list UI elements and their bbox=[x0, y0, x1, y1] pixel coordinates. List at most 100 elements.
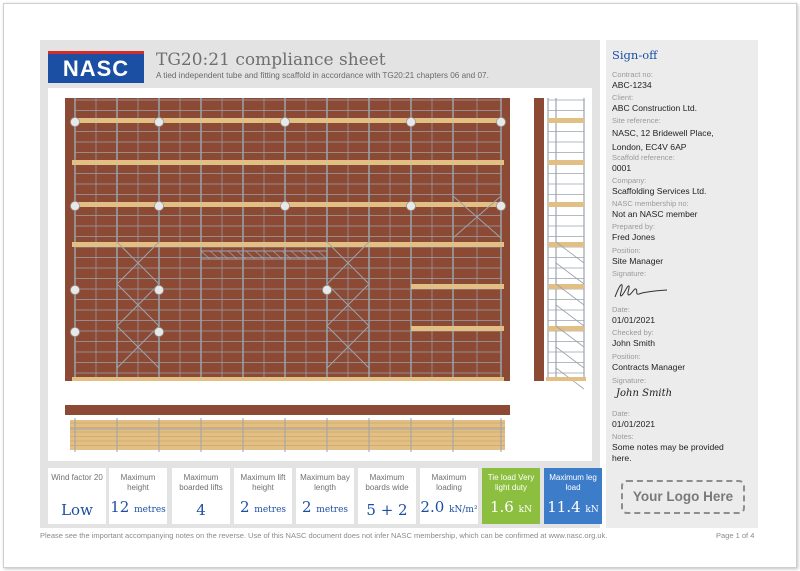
field-value: here. bbox=[612, 453, 632, 463]
field-label: Position: bbox=[612, 246, 641, 255]
tile-value: 1.6 bbox=[490, 498, 514, 516]
tie-marker-icon bbox=[406, 201, 416, 211]
nasc-logo: NASC bbox=[48, 51, 144, 83]
tile-unit: kN bbox=[585, 505, 599, 515]
field-value: ABC Construction Ltd. bbox=[612, 103, 698, 113]
tile-value: Low bbox=[61, 501, 93, 519]
field-value: ABC-1234 bbox=[612, 80, 652, 90]
section-brace bbox=[555, 346, 585, 369]
section-brace bbox=[555, 304, 585, 327]
building-wall-elevation bbox=[65, 98, 510, 381]
field-value: Site Manager bbox=[612, 256, 664, 266]
tie-marker-icon bbox=[70, 327, 80, 337]
field-label: Date: bbox=[612, 409, 630, 418]
tile-label: Maximum boarded lifts bbox=[179, 473, 223, 492]
tile-leg-load: Maximum leg load 11.4 kN bbox=[544, 468, 602, 524]
building-wall-plan bbox=[65, 405, 510, 415]
tile-max-loading: Maximum loading 2.0 kN/m² bbox=[420, 468, 478, 524]
boarded-lift bbox=[411, 284, 504, 289]
field-label: Signature: bbox=[612, 376, 647, 385]
tie-marker-icon bbox=[406, 117, 416, 127]
tile-value: 2.0 bbox=[420, 498, 445, 516]
field-label: Scaffold reference: bbox=[612, 153, 675, 162]
section-base-board bbox=[546, 377, 586, 381]
tie-marker-icon bbox=[70, 285, 80, 295]
your-logo-placeholder[interactable]: Your Logo Here bbox=[621, 480, 745, 514]
field-value: 01/01/2021 bbox=[612, 419, 656, 429]
tile-lift-height: Maximum lift height 2 metres bbox=[234, 468, 292, 524]
scaffold-drawings bbox=[65, 98, 586, 452]
tile-unit: kN/m² bbox=[449, 505, 478, 515]
checked-by-field: Checked by: John Smith bbox=[612, 327, 758, 349]
tie-marker-icon bbox=[280, 201, 290, 211]
scaffold-elevation bbox=[65, 98, 510, 381]
tile-bay-length: Maximum bay length 2 metres bbox=[296, 468, 354, 524]
field-label: Contract no: bbox=[612, 70, 653, 79]
tile-wind-factor: Wind factor 20 Low bbox=[48, 468, 106, 524]
tie-marker-icon bbox=[154, 327, 164, 337]
footer-note: Please see the important accompanying no… bbox=[40, 531, 608, 540]
tile-value: 11.4 bbox=[547, 498, 581, 516]
field-value: Some notes may be provided bbox=[612, 442, 724, 452]
boarded-lift bbox=[72, 242, 504, 247]
tile-value: 12 bbox=[110, 498, 130, 516]
field-label: Prepared by: bbox=[612, 222, 655, 231]
spec-tiles: Wind factor 20 Low Maximum height 12 met… bbox=[48, 468, 602, 524]
client-field: Client: ABC Construction Ltd. bbox=[612, 92, 758, 114]
logo-text: NASC bbox=[62, 56, 130, 81]
boarded-lift bbox=[411, 326, 504, 331]
field-value: 01/01/2021 bbox=[612, 315, 656, 325]
scaffold-section bbox=[534, 98, 586, 390]
notes-field: Notes: Some notes may be provided here. bbox=[612, 431, 758, 464]
signature-1-field: Signature: bbox=[612, 268, 758, 279]
membership-field: NASC membership no: Not an NASC member bbox=[612, 198, 758, 220]
tile-label: Maximum height bbox=[120, 473, 156, 492]
tile-unit: metres bbox=[254, 505, 287, 515]
section-board bbox=[548, 160, 584, 165]
tile-label: Maximum bay length bbox=[300, 473, 350, 492]
tie-marker-icon bbox=[70, 201, 80, 211]
main-panel: NASC TG20:21 compliance sheet A tied ind… bbox=[40, 40, 602, 528]
field-value: 0001 bbox=[612, 163, 632, 173]
field-value: Contracts Manager bbox=[612, 362, 686, 372]
page-title: TG20:21 compliance sheet bbox=[156, 50, 386, 70]
page-subtitle: A tied independent tube and fitting scaf… bbox=[156, 71, 489, 80]
field-label: Site reference: bbox=[612, 116, 661, 125]
tile-value: 2 bbox=[239, 498, 250, 516]
tile-unit: metres bbox=[316, 505, 349, 515]
tile-label: Maximum loading bbox=[431, 473, 467, 492]
page-number: Page 1 of 4 bbox=[716, 531, 755, 540]
field-value: John Smith bbox=[612, 338, 655, 348]
section-brace bbox=[555, 262, 585, 285]
tile-unit: metres bbox=[134, 505, 166, 515]
signature-2-field: Signature: John Smith bbox=[612, 375, 758, 402]
base-board bbox=[72, 377, 504, 381]
field-label: Client: bbox=[612, 93, 634, 102]
header: NASC TG20:21 compliance sheet A tied ind… bbox=[40, 40, 600, 88]
field-label: Company: bbox=[612, 176, 647, 185]
tile-tie-load: Tie load Very light duty 1.6 kN bbox=[482, 468, 540, 524]
field-value: NASC, 12 Bridewell Place, bbox=[612, 128, 714, 138]
company-field: Company: Scaffolding Services Ltd. bbox=[612, 175, 758, 197]
section-board bbox=[548, 118, 584, 123]
position-2-field: Position: Contracts Manager bbox=[612, 351, 758, 373]
tile-label: Wind factor 20 bbox=[51, 473, 103, 482]
tile-max-height: Maximum height 12 metres bbox=[109, 468, 167, 524]
field-value: Not an NASC member bbox=[612, 209, 698, 219]
field-label: Notes: bbox=[612, 432, 634, 441]
signature-2-handwriting: John Smith bbox=[616, 388, 673, 399]
field-value: Scaffolding Services Ltd. bbox=[612, 186, 707, 196]
boarded-lift bbox=[72, 160, 504, 165]
scaffold-reference-field: Scaffold reference: 0001 bbox=[612, 152, 758, 174]
site-reference-field: Site reference: NASC, 12 Bridewell Place… bbox=[612, 115, 758, 154]
date-1-field: Date: 01/01/2021 bbox=[612, 304, 758, 326]
prepared-by-field: Prepared by: Fred Jones bbox=[612, 221, 758, 243]
position-1-field: Position: Site Manager bbox=[612, 245, 758, 267]
section-board bbox=[548, 202, 584, 207]
tie-marker-icon bbox=[496, 117, 506, 127]
tie-marker-icon bbox=[70, 117, 80, 127]
tie-marker-icon bbox=[154, 117, 164, 127]
tile-label: Maximum boards wide bbox=[365, 473, 409, 492]
tie-marker-icon bbox=[322, 285, 332, 295]
plan-boards bbox=[70, 418, 505, 452]
